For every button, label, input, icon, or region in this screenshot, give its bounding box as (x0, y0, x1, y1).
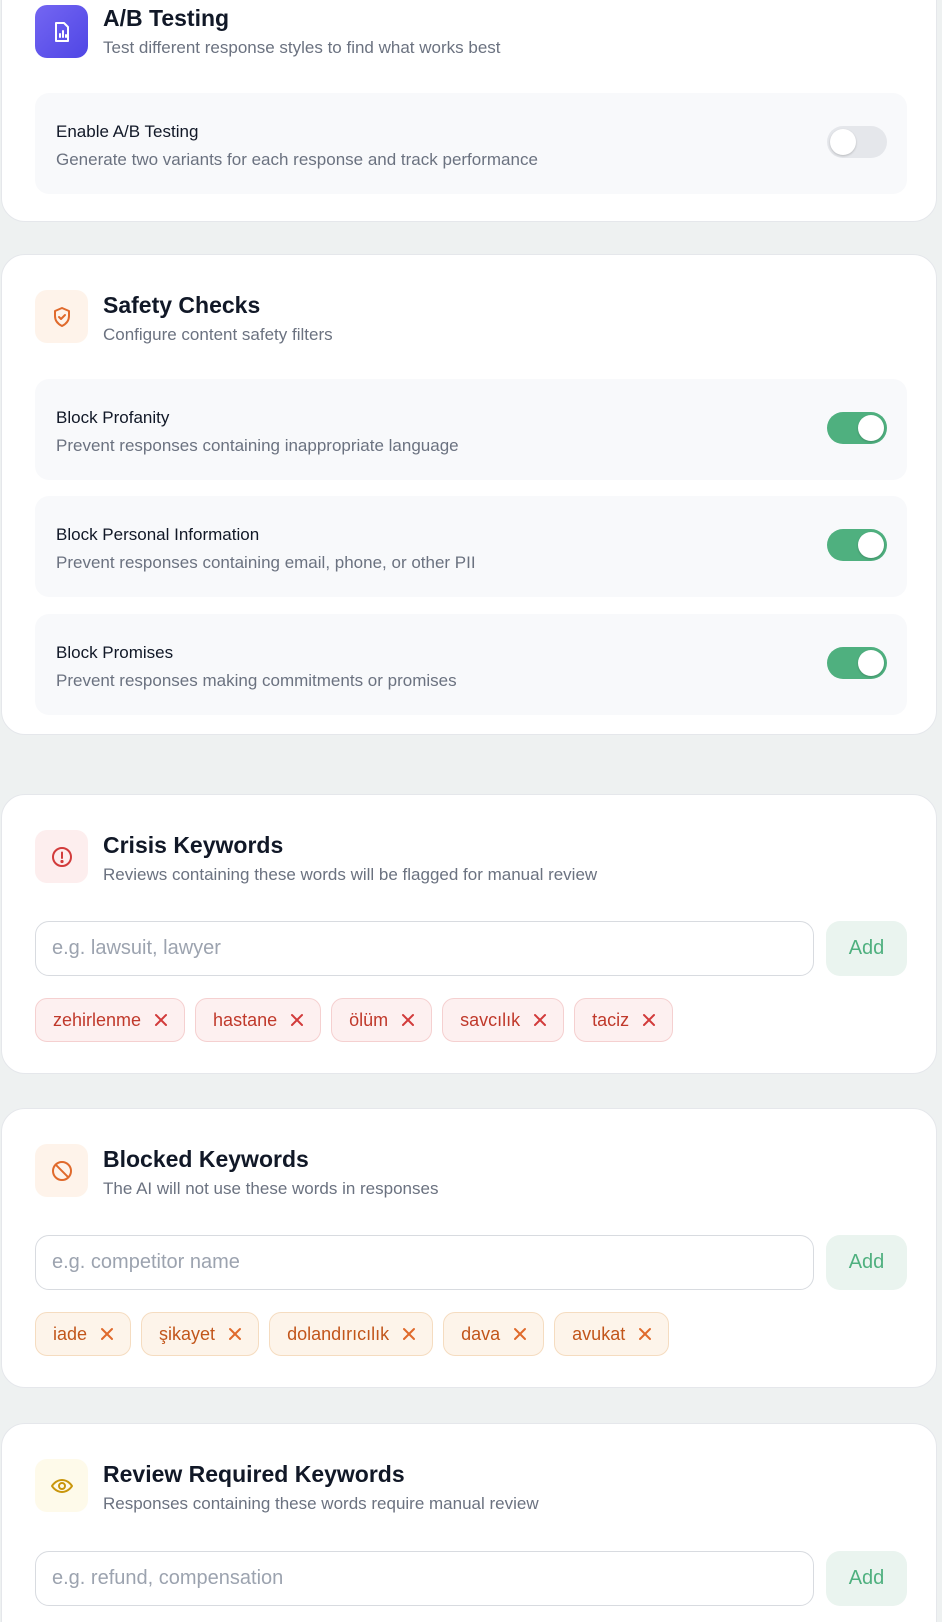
crisis-keywords-title: Crisis Keywords (103, 832, 284, 858)
ab-testing-title: A/B Testing (103, 5, 230, 31)
keyword-label: ölüm (349, 1009, 389, 1030)
setting-enable-ab-testing: Enable A/B Testing Generate two variants… (35, 93, 907, 194)
keyword-label: zehirlenme (53, 1009, 142, 1030)
blocked-keywords-list: iade şikayet dolandırıcılık dava avukat (35, 1312, 670, 1356)
remove-keyword-icon[interactable] (153, 1012, 169, 1028)
keyword-label: iade (53, 1323, 88, 1344)
toggle-knob (858, 415, 884, 441)
ban-icon (35, 1144, 88, 1197)
setting-description: Prevent responses containing email, phon… (56, 553, 476, 572)
crisis-keywords-subtitle: Reviews containing these words will be f… (103, 865, 598, 884)
crisis-keywords-header-text: Crisis Keywords Reviews containing these… (103, 830, 597, 887)
review-keywords-title: Review Required Keywords (103, 1461, 405, 1487)
setting-description: Generate two variants for each response … (56, 150, 538, 169)
remove-keyword-icon[interactable] (532, 1012, 548, 1028)
remove-keyword-icon[interactable] (227, 1326, 243, 1342)
crisis-keywords-input[interactable] (35, 921, 814, 976)
toggle-knob (858, 650, 884, 676)
remove-keyword-icon[interactable] (637, 1326, 653, 1342)
crisis-keywords-list: zehirlenme hastane ölüm savcılık taciz (35, 998, 674, 1042)
keyword-chip: dolandırıcılık (269, 1312, 434, 1356)
setting-description: Prevent responses containing inappropria… (56, 436, 459, 455)
crisis-keywords-header: Crisis Keywords Reviews containing these… (35, 830, 597, 887)
setting-description: Prevent responses making commitments or … (56, 671, 457, 690)
keyword-chip: avukat (554, 1312, 670, 1356)
keyword-chip: ölüm (331, 998, 433, 1042)
setting-label: Block Promises (56, 643, 174, 662)
review-keywords-card: Review Required Keywords Responses conta… (1, 1423, 937, 1622)
remove-keyword-icon[interactable] (289, 1012, 305, 1028)
review-keywords-add-button[interactable]: Add (826, 1551, 907, 1606)
block-personal-information-toggle[interactable] (827, 529, 887, 561)
keyword-chip: savcılık (442, 998, 565, 1042)
keyword-chip: dava (443, 1312, 545, 1356)
eye-icon (35, 1459, 88, 1512)
keyword-label: avukat (572, 1323, 626, 1344)
review-keywords-subtitle: Responses containing these words require… (103, 1494, 539, 1513)
keyword-label: şikayet (159, 1323, 216, 1344)
setting-label: Enable A/B Testing (56, 122, 199, 141)
keyword-chip: şikayet (141, 1312, 260, 1356)
toggle-knob (858, 532, 884, 558)
ab-testing-header: A/B Testing Test different response styl… (35, 5, 501, 60)
remove-keyword-icon[interactable] (512, 1326, 528, 1342)
safety-checks-subtitle: Configure content safety filters (103, 325, 333, 344)
remove-keyword-icon[interactable] (401, 1326, 417, 1342)
review-keywords-input[interactable] (35, 1551, 814, 1606)
ab-testing-header-text: A/B Testing Test different response styl… (103, 3, 501, 60)
remove-keyword-icon[interactable] (400, 1012, 416, 1028)
setting-label: Block Profanity (56, 408, 170, 427)
setting-block-promises: Block Promises Prevent responses making … (35, 614, 907, 715)
blocked-keywords-add-button[interactable]: Add (826, 1235, 907, 1290)
safety-checks-header: Safety Checks Configure content safety f… (35, 290, 333, 347)
safety-checks-card: Safety Checks Configure content safety f… (1, 254, 937, 735)
setting-block-profanity: Block Profanity Prevent responses contai… (35, 379, 907, 480)
ab-testing-subtitle: Test different response styles to find w… (103, 38, 501, 57)
keyword-label: dava (461, 1323, 501, 1344)
setting-block-personal-information: Block Personal Information Prevent respo… (35, 496, 907, 597)
keyword-chip: hastane (195, 998, 322, 1042)
keyword-label: taciz (592, 1009, 630, 1030)
setting-label: Block Personal Information (56, 525, 260, 544)
remove-keyword-icon[interactable] (641, 1012, 657, 1028)
safety-checks-header-text: Safety Checks Configure content safety f… (103, 290, 333, 347)
ab-testing-card: A/B Testing Test different response styl… (1, 0, 937, 222)
blocked-keywords-subtitle: The AI will not use these words in respo… (103, 1179, 439, 1198)
review-keywords-header: Review Required Keywords Responses conta… (35, 1459, 539, 1516)
alert-circle-icon (35, 830, 88, 883)
crisis-keywords-input-row: Add (35, 921, 907, 976)
ab-testing-toggle[interactable] (827, 126, 887, 158)
keyword-chip: taciz (574, 998, 674, 1042)
blocked-keywords-input[interactable] (35, 1235, 814, 1290)
blocked-keywords-header-text: Blocked Keywords The AI will not use the… (103, 1144, 438, 1201)
chart-document-icon (35, 5, 88, 58)
block-promises-toggle[interactable] (827, 647, 887, 679)
blocked-keywords-header: Blocked Keywords The AI will not use the… (35, 1144, 438, 1201)
remove-keyword-icon[interactable] (99, 1326, 115, 1342)
keyword-chip: iade (35, 1312, 132, 1356)
block-profanity-toggle[interactable] (827, 412, 887, 444)
keyword-label: hastane (213, 1009, 278, 1030)
safety-checks-title: Safety Checks (103, 292, 261, 318)
review-keywords-input-row: Add (35, 1551, 907, 1606)
keyword-label: savcılık (460, 1009, 521, 1030)
shield-check-icon (35, 290, 88, 343)
blocked-keywords-title: Blocked Keywords (103, 1146, 309, 1172)
keyword-label: dolandırıcılık (287, 1323, 390, 1344)
review-keywords-header-text: Review Required Keywords Responses conta… (103, 1459, 539, 1516)
blocked-keywords-input-row: Add (35, 1235, 907, 1290)
crisis-keywords-add-button[interactable]: Add (826, 921, 907, 976)
keyword-chip: zehirlenme (35, 998, 186, 1042)
toggle-knob (830, 129, 856, 155)
blocked-keywords-card: Blocked Keywords The AI will not use the… (1, 1108, 937, 1388)
crisis-keywords-card: Crisis Keywords Reviews containing these… (1, 794, 937, 1074)
